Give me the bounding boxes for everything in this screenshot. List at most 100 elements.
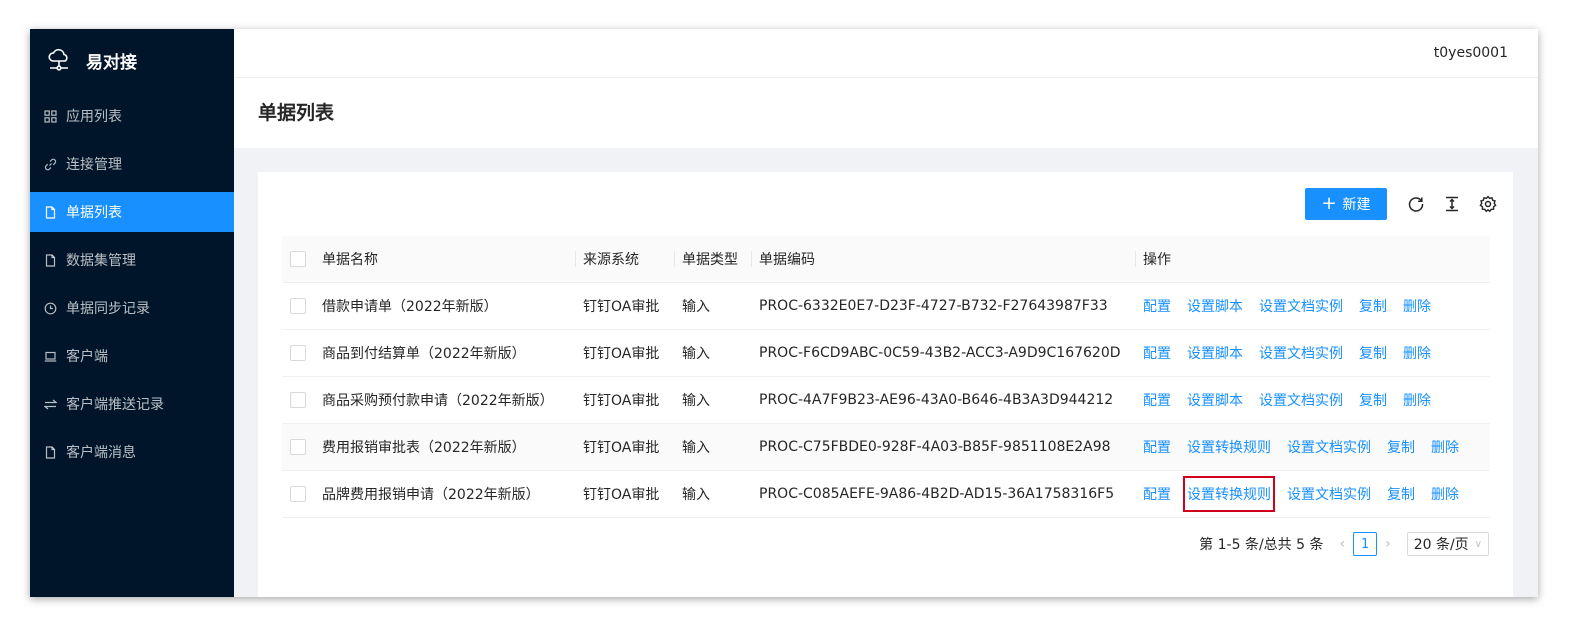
document-name: 商品到付结算单（2022年新版）	[314, 329, 575, 377]
configure-link[interactable]: 配置	[1143, 390, 1171, 410]
file-icon	[45, 445, 56, 459]
set-script-link[interactable]: 设置脚本	[1187, 343, 1243, 363]
configure-link[interactable]: 配置	[1143, 484, 1171, 504]
sidebar-item-document-list[interactable]: 单据列表	[30, 192, 234, 232]
set-conversion-rule-link[interactable]: 设置转换规则	[1187, 437, 1271, 457]
delete-link[interactable]: 删除	[1431, 484, 1459, 504]
sidebar-item-label: 客户端消息	[66, 445, 136, 461]
row-checkbox[interactable]	[290, 438, 306, 455]
chevron-down-icon: ∨	[1474, 538, 1482, 550]
page-header: 单据列表	[234, 77, 1538, 148]
set-doc-instance-link[interactable]: 设置文档实例	[1259, 296, 1343, 316]
set-doc-instance-link[interactable]: 设置文档实例	[1259, 390, 1343, 410]
swap-icon	[44, 399, 57, 409]
document-type: 输入	[674, 282, 751, 330]
link-icon	[44, 158, 57, 170]
copy-link[interactable]: 复制	[1359, 343, 1387, 363]
next-page-icon[interactable]: ›	[1385, 536, 1391, 552]
column-header: 来源系统	[575, 236, 674, 283]
set-conversion-rule-link[interactable]: 设置转换规则	[1183, 475, 1275, 512]
column-header: 单据编码	[751, 236, 1135, 283]
delete-link[interactable]: 删除	[1403, 343, 1431, 363]
configure-link[interactable]: 配置	[1143, 437, 1171, 457]
delete-link[interactable]: 删除	[1431, 437, 1459, 457]
sidebar-item-dataset[interactable]: 数据集管理	[30, 240, 234, 280]
table-toolbar: + 新建	[1305, 188, 1497, 220]
file-icon	[45, 205, 56, 219]
copy-link[interactable]: 复制	[1387, 484, 1415, 504]
pagination-summary: 第 1-5 条/总共 5 条	[1199, 537, 1324, 553]
document-name: 费用报销审批表（2022年新版）	[314, 423, 575, 471]
document-type: 输入	[674, 423, 751, 471]
sidebar-item-label: 数据集管理	[66, 253, 136, 269]
row-checkbox[interactable]	[290, 391, 306, 408]
table-row: 费用报销审批表（2022年新版） 钉钉OA审批 输入 PROC-C75FBDE0…	[282, 423, 1490, 471]
actions-cell: 配置 设置转换规则 设置文档实例 复制 删除	[1135, 423, 1490, 471]
actions-cell: 配置 设置脚本 设置文档实例 复制 删除	[1135, 329, 1490, 377]
page-number[interactable]: 1	[1353, 532, 1378, 556]
table-header-row: 单据名称 来源系统 单据类型 单据编码 操作	[282, 236, 1490, 283]
row-checkbox[interactable]	[290, 297, 306, 314]
source-system: 钉钉OA审批	[575, 376, 674, 424]
delete-link[interactable]: 删除	[1403, 390, 1431, 410]
copy-link[interactable]: 复制	[1359, 296, 1387, 316]
document-name: 商品采购预付款申请（2022年新版）	[314, 376, 575, 424]
sidebar-item-app-list[interactable]: 应用列表	[30, 96, 234, 136]
document-code: PROC-6332E0E7-D23F-4727-B732-F27643987F3…	[751, 282, 1135, 330]
configure-link[interactable]: 配置	[1143, 343, 1171, 363]
sidebar-item-label: 连接管理	[66, 157, 122, 173]
app-name: 易对接	[86, 52, 137, 73]
set-doc-instance-link[interactable]: 设置文档实例	[1287, 437, 1371, 457]
column-header: 操作	[1135, 236, 1490, 283]
sidebar-item-label: 客户端	[66, 349, 108, 365]
setting-icon[interactable]	[1479, 195, 1497, 213]
set-script-link[interactable]: 设置脚本	[1187, 296, 1243, 316]
column-header: 单据类型	[674, 236, 751, 283]
document-table: 单据名称 来源系统 单据类型 单据编码 操作 借款申请单（2022年新版） 钉钉…	[282, 236, 1490, 518]
file-icon	[45, 253, 56, 267]
row-checkbox[interactable]	[290, 485, 306, 502]
page-title: 单据列表	[258, 102, 335, 124]
set-doc-instance-link[interactable]: 设置文档实例	[1287, 484, 1371, 504]
copy-link[interactable]: 复制	[1359, 390, 1387, 410]
set-doc-instance-link[interactable]: 设置文档实例	[1259, 343, 1343, 363]
table-row: 品牌费用报销申请（2022年新版） 钉钉OA审批 输入 PROC-C085AEF…	[282, 470, 1490, 518]
sidebar-item-label: 单据同步记录	[66, 301, 150, 317]
app-window: 易对接 应用列表 连接管理 单据列表 数据集管理 单据同步记录 客户端 客户端推…	[30, 29, 1538, 597]
row-checkbox[interactable]	[290, 344, 306, 361]
delete-link[interactable]: 删除	[1403, 296, 1431, 316]
clock-icon	[44, 302, 57, 314]
sidebar-item-sync-records[interactable]: 单据同步记录	[30, 288, 234, 328]
source-system: 钉钉OA审批	[575, 282, 674, 330]
document-type: 输入	[674, 470, 751, 518]
new-button-label: 新建	[1342, 197, 1371, 213]
sidebar-item-connection[interactable]: 连接管理	[30, 144, 234, 184]
pagination: 第 1-5 条/总共 5 条 ‹ 1 › 20 条/页 ∨	[1199, 532, 1489, 556]
app-logo[interactable]: 易对接	[30, 29, 234, 91]
laptop-icon	[44, 351, 57, 362]
sidebar-item-client-push[interactable]: 客户端推送记录	[30, 384, 234, 424]
cloud-network-icon	[48, 48, 68, 71]
document-code: PROC-C75FBDE0-928F-4A03-B85F-9851108E2A9…	[751, 423, 1135, 471]
configure-link[interactable]: 配置	[1143, 296, 1171, 316]
sidebar: 易对接 应用列表 连接管理 单据列表 数据集管理 单据同步记录 客户端 客户端推…	[30, 29, 234, 597]
column-height-icon[interactable]	[1443, 195, 1461, 213]
select-all-checkbox[interactable]	[290, 250, 306, 267]
actions-cell: 配置 设置脚本 设置文档实例 复制 删除	[1135, 282, 1490, 330]
set-script-link[interactable]: 设置脚本	[1187, 390, 1243, 410]
page-size-select[interactable]: 20 条/页 ∨	[1406, 532, 1489, 556]
grid-icon	[44, 109, 57, 123]
copy-link[interactable]: 复制	[1387, 437, 1415, 457]
top-header: t0yes0001	[234, 29, 1538, 77]
document-type: 输入	[674, 329, 751, 377]
document-code: PROC-C085AEFE-9A86-4B2D-AD15-36A1758316F…	[751, 470, 1135, 518]
prev-page-icon[interactable]: ‹	[1339, 536, 1345, 552]
sidebar-item-client[interactable]: 客户端	[30, 336, 234, 376]
page-size-value: 20 条/页	[1413, 537, 1469, 553]
actions-cell: 配置 设置转换规则 设置文档实例 复制 删除	[1135, 470, 1490, 518]
new-button[interactable]: + 新建	[1305, 188, 1387, 220]
reload-icon[interactable]	[1407, 195, 1425, 213]
sidebar-item-label: 单据列表	[66, 205, 122, 221]
sidebar-item-client-messages[interactable]: 客户端消息	[30, 432, 234, 472]
user-name[interactable]: t0yes0001	[1434, 45, 1508, 61]
